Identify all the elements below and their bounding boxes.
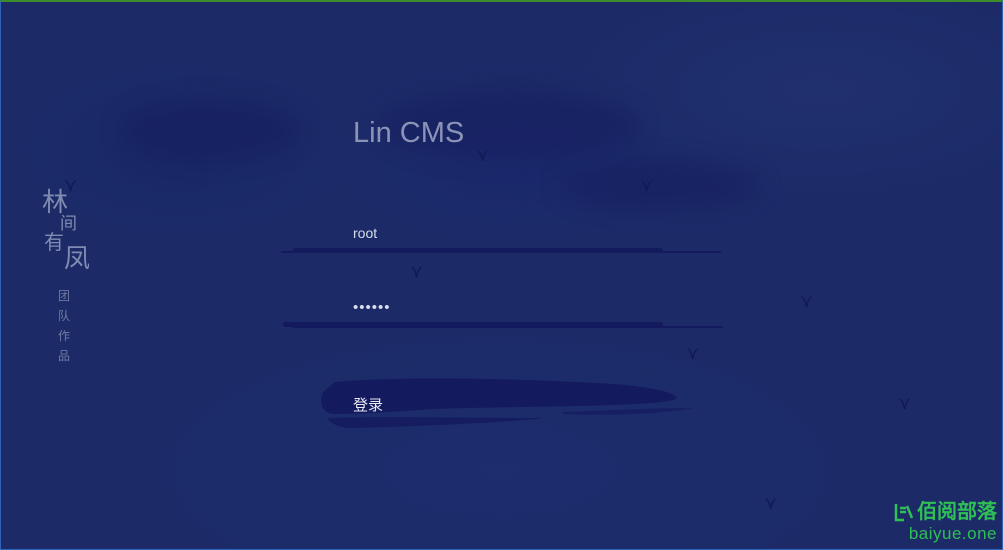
username-input[interactable] [353,224,653,242]
bird-icon: ⋎ [410,261,424,281]
baiyue-logo-icon [894,504,914,522]
username-underline-tail [281,251,721,253]
bird-icon: ⋎ [800,291,814,311]
brand-subtitle: 团队作品 [58,289,71,363]
password-underline-tail [293,326,723,328]
watermark: 佰阅部落 baiyue.one [885,500,997,544]
bird-icon: ⋎ [764,493,778,513]
login-form: Lin CMS 登录 [281,114,733,428]
seal-char: 林 [42,188,69,218]
password-field [353,298,725,317]
brand-seal: 林 间 有 凤 团队作品 [40,190,100,366]
bird-icon: ⋎ [686,343,700,363]
ink-mist-decoration [120,100,300,160]
seal-char: 有 [44,230,64,254]
page-title: Lin CMS [353,117,465,149]
ink-mist-decoration [560,160,760,210]
login-button-label: 登录 [353,397,384,414]
username-field [353,224,725,243]
window-frame [0,0,1003,550]
bird-icon: ⋎ [640,175,654,195]
watermark-name: 佰阅部落 [917,501,997,523]
bird-icon: ⋎ [898,393,912,413]
watermark-domain: baiyue.one [908,524,997,543]
brand-calligraphy: 林 间 有 凤 [40,190,100,272]
login-button[interactable]: 登录 [313,374,703,434]
watermark-top: 佰阅部落 [885,500,997,524]
seal-char: 凤 [64,244,91,274]
password-input[interactable] [353,298,653,316]
